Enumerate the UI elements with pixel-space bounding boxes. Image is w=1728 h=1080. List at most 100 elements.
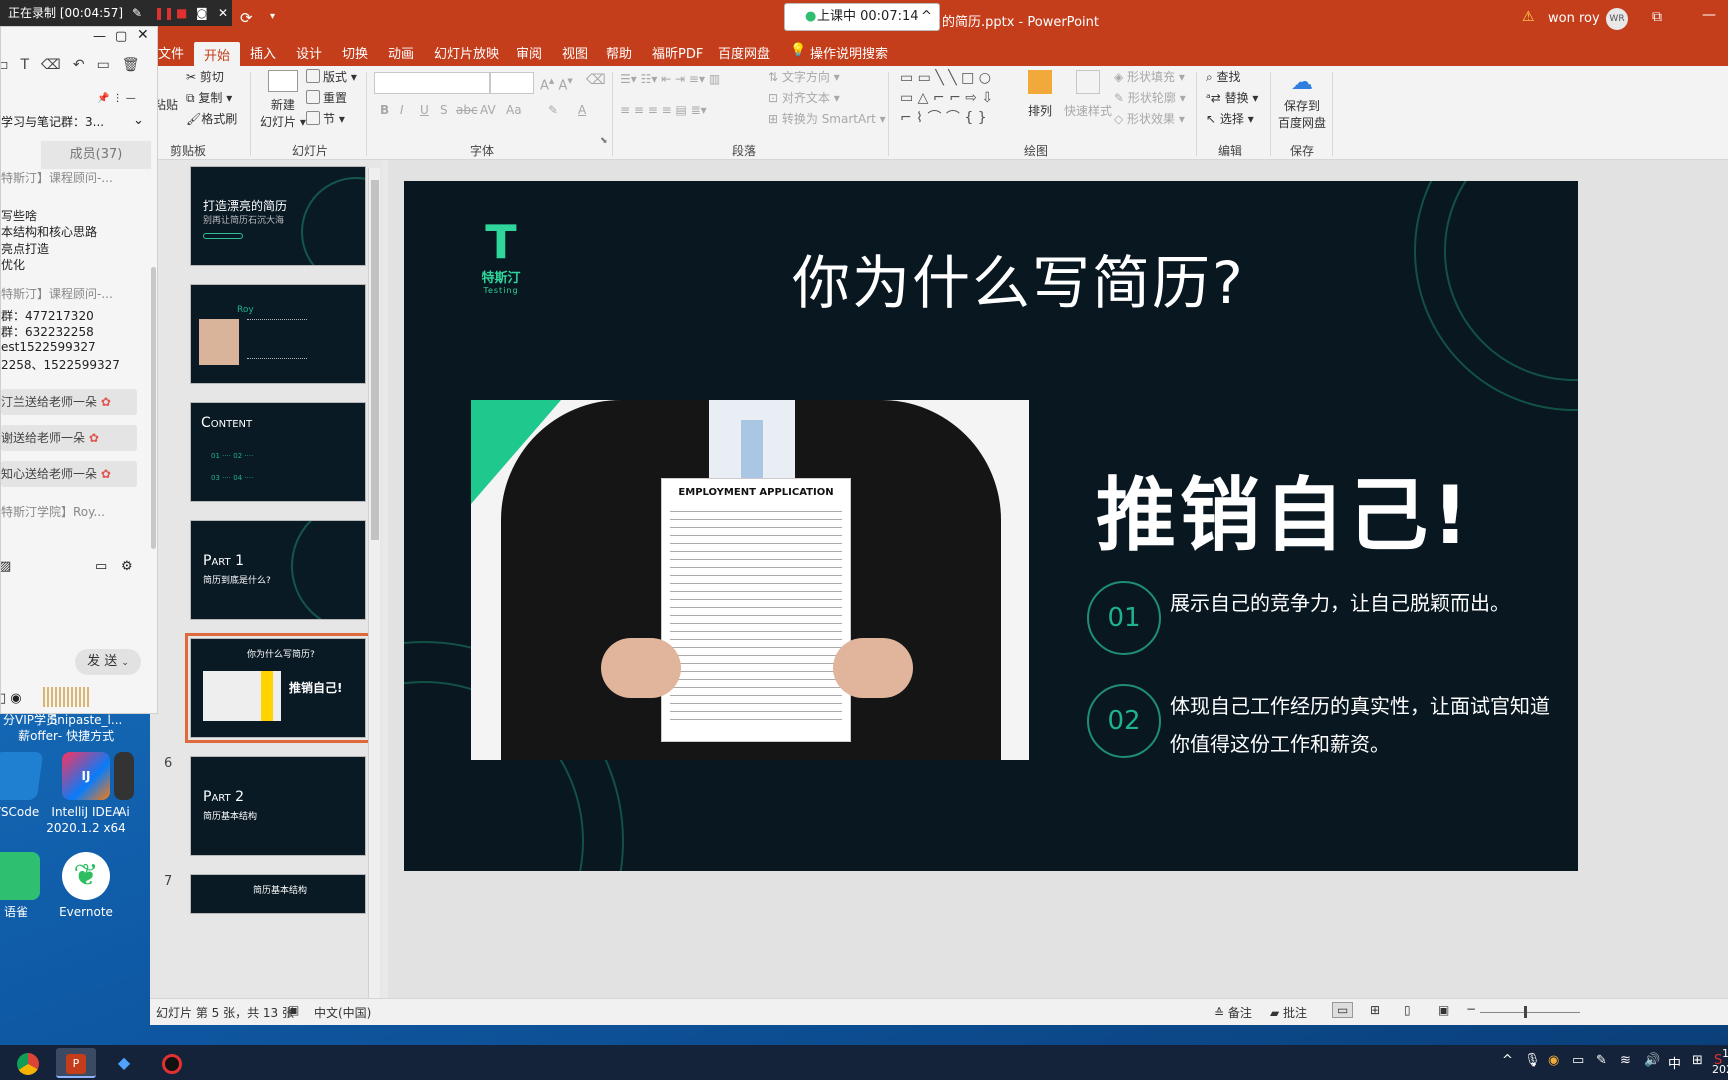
wifi-icon[interactable]: ≋ [1620,1053,1631,1068]
tab-foxit-pdf[interactable]: 福昕PDF [652,43,703,62]
avatar[interactable]: WR [1606,8,1628,30]
chevron-down-icon[interactable]: ⌄ [133,113,144,128]
cut-button[interactable]: ✂ 剪切 [186,68,224,85]
bullets-icon[interactable]: ☰▾ ☷▾ ⇤ ⇥ ≡▾ ▥ [620,72,720,86]
chat-bottom-icons[interactable]: ▯ ◉ [1,691,22,706]
smartart-button[interactable]: ⊞ 转换为 SmartArt ▾ [768,110,886,127]
align-text-button[interactable]: ⊡ 对齐文本 ▾ [768,89,840,106]
change-case-button[interactable]: Aa [506,103,522,117]
format-painter-button[interactable]: 🖌格式刷 [186,110,237,127]
slide-thumbnail[interactable]: Roy [190,284,366,384]
clear-format-icon[interactable]: ⌫ [586,72,606,88]
tray-app-icon[interactable]: ◉ [1548,1053,1559,1068]
pen-tray-icon[interactable]: ✎ [1596,1053,1607,1068]
slide-thumbnail-selected[interactable]: 你为什么写简历? 推销自己! [185,633,371,743]
note-icon[interactable]: ▭ [95,559,107,574]
italic-button[interactable]: I [400,103,404,117]
copy-button[interactable]: ⧉ 复制 ▾ [186,89,232,106]
user-name[interactable]: won roy [1548,11,1600,26]
save-to-baidu-button[interactable]: ☁ 保存到 百度网盘 [1278,70,1326,131]
zoom-slider-thumb[interactable] [1524,1006,1527,1018]
select-button[interactable]: ↖ 选择 ▾ [1206,110,1254,127]
normal-view-icon[interactable]: ▭ [1332,1002,1354,1018]
shape-effects-button[interactable]: ◇ 形状效果 ▾ [1114,110,1185,127]
battery-icon[interactable]: ▭ [1572,1053,1584,1068]
maximize-icon[interactable]: ▢ [115,29,127,44]
tab-design[interactable]: 设计 [296,43,322,62]
slide-sorter-icon[interactable]: ⊞ [1370,1003,1380,1017]
font-dialog-launcher-icon[interactable]: ⬊ [600,136,608,146]
ribbon-display-icon[interactable]: ⧉ [1652,9,1662,25]
chevron-up-icon[interactable]: ^ [921,4,932,30]
shapes-gallery[interactable]: ▭ ▭ ╲ ╲ □ ○ ▭ △ ⌐ ⌐ ⇨ ⇩ ⌐ ⌇ ⌒ ⌒ { } [900,68,993,128]
arrange-button[interactable]: 排列 [1028,70,1052,119]
quick-styles-button[interactable]: 快速样式 [1064,70,1112,119]
desktop-icon-ai[interactable]: Ai [104,752,144,820]
shadow-button[interactable]: S [440,103,448,117]
app-icon[interactable]: ◆ [104,1048,144,1078]
stop-icon[interactable]: ■ [176,0,187,26]
thumbnails-scrollbar[interactable] [368,168,380,998]
minimize-icon[interactable]: — [93,29,106,44]
font-name-input[interactable] [374,72,490,94]
format-icon[interactable]: ⟳ [240,9,253,27]
slide-thumbnail[interactable]: Part 1 简历到底是什么? [190,520,366,620]
section-button[interactable]: 节 ▾ [306,110,345,127]
chrome-icon[interactable] [8,1048,48,1078]
chevron-up-icon[interactable]: ^ [1502,1053,1513,1068]
font-size-input[interactable] [490,72,534,94]
layout-button[interactable]: 版式 ▾ [306,68,357,85]
pin-icon[interactable]: 📌 ⋮ — [97,93,136,104]
zoom-out-icon[interactable]: − [1466,1002,1476,1016]
slide-counter[interactable]: 幻灯片 第 5 张，共 13 张 [156,1004,294,1021]
microphone-icon[interactable]: 🎙 [1524,1053,1541,1068]
slideshow-icon[interactable]: ▣ [1438,1003,1449,1017]
notes-button[interactable]: ≙ 备注 [1214,1004,1252,1021]
clock-date[interactable]: 202 [1712,1063,1728,1076]
volume-icon[interactable]: 🔊 [1644,1053,1660,1068]
shape-outline-button[interactable]: ✎ 形状轮廓 ▾ [1114,89,1186,106]
bold-button[interactable]: B [380,103,389,117]
grid-tray-icon[interactable]: ⊞ [1692,1053,1703,1068]
tab-help[interactable]: 帮助 [606,43,632,62]
camera-icon[interactable]: ◙ [196,0,208,26]
qat-dropdown-icon[interactable]: ▾ [270,11,275,22]
desktop-icon-evernote[interactable]: ❦ Evernote [46,852,126,920]
slide-thumbnail[interactable]: 打造漂亮的简历 别再让简历石沉大海 [190,166,366,266]
tab-transitions[interactable]: 切换 [342,43,368,62]
tab-review[interactable]: 审阅 [516,43,542,62]
send-button[interactable]: 发 送 ⌄ [75,649,141,675]
comments-button[interactable]: ▰ 批注 [1270,1004,1307,1021]
desktop-icon-snipaste[interactable]: Snipaste_l... - 快捷方式 [46,712,126,744]
image-icon[interactable]: ▨ [1,559,11,574]
chat-toolbar-icons[interactable]: ▫T⌫↶▭🗑 [1,57,152,73]
tab-home[interactable]: 开始 [194,42,241,67]
font-color-button[interactable]: A [578,103,586,117]
tab-slideshow[interactable]: 幻灯片放映 [434,43,499,62]
underline-button[interactable]: U [420,103,429,117]
slide-thumbnail[interactable]: Content 01 ···· 02 ···· 03 ···· 04 ···· [190,402,366,502]
tab-baidu-netdisk[interactable]: 百度网盘 [718,43,770,62]
clock-time[interactable]: 1 [1722,1047,1728,1060]
language-indicator[interactable]: 中文(中国) [314,1004,371,1021]
close-icon[interactable]: ✕ [137,27,149,43]
pause-icon[interactable]: ❚❚ [154,0,174,26]
zoom-slider[interactable] [1480,1012,1580,1013]
strikethrough-button[interactable]: abc [456,103,478,117]
tab-file[interactable]: 文件 [158,43,184,62]
scrollbar-thumb[interactable] [371,180,379,540]
powerpoint-taskbar-icon[interactable]: P [56,1048,96,1078]
tab-animations[interactable]: 动画 [388,43,414,62]
shape-fill-button[interactable]: ◈ 形状填充 ▾ [1114,68,1185,85]
tab-insert[interactable]: 插入 [250,43,276,62]
close-icon[interactable]: ✕ [218,0,228,26]
chat-scrollbar[interactable] [151,267,156,549]
text-direction-button[interactable]: ⇅ 文字方向 ▾ [768,68,840,85]
tab-view[interactable]: 视图 [562,43,588,62]
minimize-icon[interactable]: — [1702,7,1716,23]
class-timer[interactable]: ● 上课中 00:07:14 ^ [784,3,940,31]
current-slide[interactable]: T 特斯汀 Testing 你为什么写简历? EMPLOYMENT APPLIC… [404,181,1578,871]
pen-icon[interactable]: ✎ [132,0,142,26]
members-tab[interactable]: 成员(37) [41,141,151,169]
highlight-icon[interactable]: ✎ [548,103,558,117]
